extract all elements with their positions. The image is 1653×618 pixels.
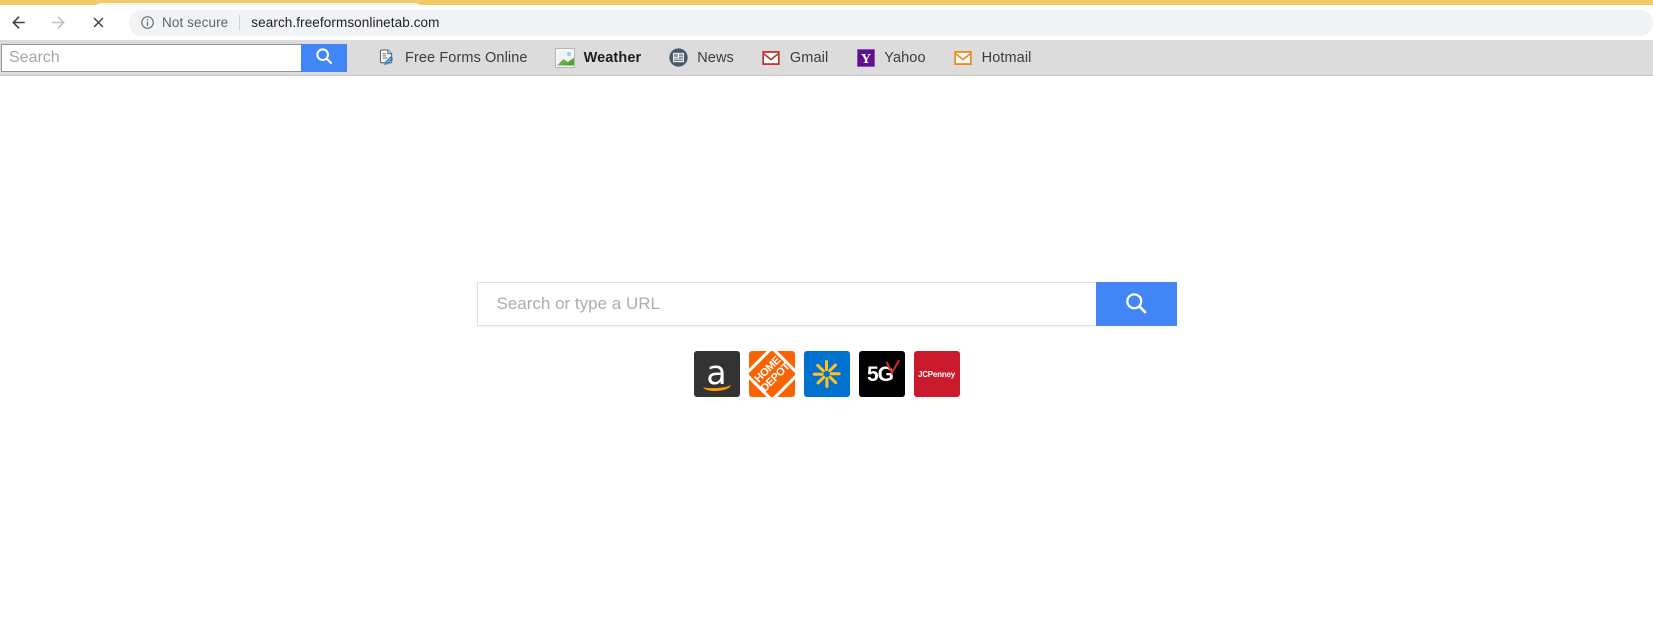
main-search-group [476,282,1177,326]
jcpenney-logo-icon: JCPenney [917,369,956,379]
hotmail-envelope-icon [953,47,974,68]
svg-text:Y: Y [861,51,871,67]
browser-omnibox-bar: Not secure search.freeformsonlinetab.com [0,5,1653,40]
bookmark-free-forms-online[interactable]: Free Forms Online [369,44,535,72]
search-icon [1123,290,1149,319]
bookmark-label: Yahoo [884,49,926,66]
stop-loading-button[interactable] [83,8,113,38]
arrow-left-icon [9,13,28,32]
bookmark-news[interactable]: News [661,44,741,72]
toolbar-search-input[interactable] [1,43,301,72]
shortcut-tile-5g[interactable]: 5G [858,351,905,397]
main-search-button[interactable] [1095,282,1177,326]
shortcut-tile-amazon[interactable]: a [693,351,740,397]
bookmark-label: News [697,49,734,66]
arrow-right-icon [49,13,68,32]
address-bar[interactable]: Not secure search.freeformsonlinetab.com [129,9,1653,36]
bookmark-label: Hotmail [981,49,1032,66]
address-bar-url: search.freeformsonlinetab.com [251,15,440,30]
shortcut-tiles: a HOME DEPOT 5G JCPenney [693,351,960,397]
walmart-spark-icon [812,359,842,389]
close-icon [90,14,107,31]
forward-button[interactable] [43,8,73,38]
info-circle-icon[interactable] [140,15,155,30]
toolbar-search-button[interactable] [301,43,347,72]
address-bar-divider [239,15,241,30]
yahoo-y-icon: Y [855,47,876,68]
page-content: a HOME DEPOT [0,77,1653,618]
bookmarks-bar: Free Forms Online Weather News Gmail Y Y… [369,44,1052,72]
shortcut-tile-walmart[interactable] [803,351,850,397]
bookmark-label: Free Forms Online [405,49,528,66]
security-status-label: Not secure [162,15,229,30]
extension-toolbar: Free Forms Online Weather [0,40,1653,76]
verizon-check-icon [885,359,900,376]
bookmark-label: Weather [583,49,642,66]
document-edit-icon [376,47,397,68]
search-hero: a HOME DEPOT [0,282,1653,397]
bookmark-weather[interactable]: Weather [548,44,649,72]
main-search-input[interactable] [476,282,1096,326]
bookmark-yahoo[interactable]: Y Yahoo [848,44,932,72]
bookmark-label: Gmail [789,49,829,66]
broken-image-icon [555,47,576,68]
back-button[interactable] [3,8,33,38]
bookmark-gmail[interactable]: Gmail [754,44,835,72]
bookmark-hotmail[interactable]: Hotmail [946,44,1039,72]
newspaper-icon [668,47,689,68]
gmail-envelope-icon [761,47,782,68]
home-depot-logo-icon: HOME DEPOT [748,351,795,397]
search-icon [314,46,334,69]
shortcut-tile-home-depot[interactable]: HOME DEPOT [748,351,795,397]
shortcut-tile-jcpenney[interactable]: JCPenney [913,351,960,397]
toolbar-search-group [1,43,347,72]
